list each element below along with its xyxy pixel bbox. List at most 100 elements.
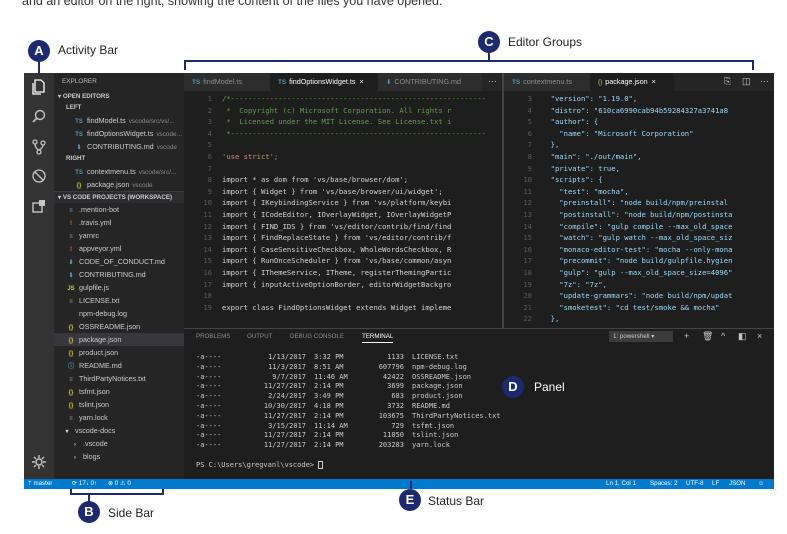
problems-indicator[interactable]: ⊗ 0 ⚠ 0: [108, 479, 131, 489]
intro-text: and an editor on the right, showing the …: [22, 0, 443, 8]
workspace-file-item[interactable]: ! appveyor.yml: [54, 242, 184, 255]
open-editor-item[interactable]: TS contextmenu.ts vscode/src/...: [54, 165, 184, 178]
line-ending[interactable]: LF: [712, 479, 719, 489]
tab-package-json[interactable]: {} package.json ×: [590, 73, 674, 91]
code-text: *---------------------------------------…: [222, 128, 486, 138]
code-text: "name": "Microsoft Corporation": [542, 128, 694, 138]
workspace-file-item[interactable]: ≡ yarnrc: [54, 229, 184, 242]
open-editor-item[interactable]: ⬇ CONTRIBUTING.md vscode: [54, 140, 184, 153]
workspace-file-item[interactable]: ≡ LICENSE.txt: [54, 294, 184, 307]
terminal-line: -a---- 10/30/2017 4:18 PM 3732 README.md: [196, 402, 501, 412]
branch-indicator[interactable]: ᛘ master: [28, 479, 52, 489]
file-name: findModel.ts: [87, 116, 126, 125]
workspace-file-item[interactable]: {} OSSREADME.json: [54, 320, 184, 333]
terminal-select[interactable]: 1: powershell ▾: [609, 331, 673, 342]
code-line: 5: [184, 139, 502, 151]
line-number: 8: [207, 175, 212, 185]
close-icon[interactable]: ×: [360, 77, 364, 86]
terminal-line: -a---- 11/27/2017 2:14 PM 3699 package.json: [196, 382, 501, 392]
more-actions-icon[interactable]: ···: [760, 76, 769, 86]
tab-contributing[interactable]: ⬇ CONTRIBUTING.md: [378, 73, 482, 91]
open-editor-item[interactable]: TS findOptionsWidget.ts vscode...: [54, 127, 184, 140]
sync-indicator[interactable]: ⟳ 17↓ 0↑: [72, 479, 97, 489]
debug-icon[interactable]: [31, 169, 47, 185]
file-name: npm-debug.log: [79, 309, 127, 318]
terminal-name: tslint.json: [412, 431, 459, 440]
close-icon[interactable]: ×: [652, 77, 656, 86]
workspace-file-item[interactable]: ≡ ThirdPartyNotices.txt: [54, 372, 184, 385]
cursor-position[interactable]: Ln 1, Col 1: [606, 479, 636, 489]
tab-findoptionswidget[interactable]: TS findOptionsWidget.ts ×: [270, 73, 378, 91]
file-type-icon: {}: [68, 325, 74, 331]
feedback-smiley-icon[interactable]: ☺: [758, 479, 764, 489]
code-text: "private": true,: [542, 163, 620, 173]
split-editor-icon[interactable]: ◫: [742, 76, 751, 87]
workspace-file-item[interactable]: npm-debug.log: [54, 307, 184, 320]
workspace-file-item[interactable]: ⬇ CODE_OF_CONDUCT.md: [54, 255, 184, 268]
add-terminal-icon[interactable]: +: [684, 331, 689, 341]
workspace-file-item[interactable]: {} product.json: [54, 346, 184, 359]
workspace-file-item[interactable]: ≡ .mention-bot: [54, 203, 184, 216]
workspace-file-item[interactable]: › .vscode: [54, 437, 184, 450]
workspace-file-item[interactable]: ⓘ README.md: [54, 359, 184, 372]
code-line: 22 },: [504, 313, 774, 325]
search-icon[interactable]: [31, 109, 47, 125]
open-changes-icon[interactable]: ⎘: [724, 76, 731, 87]
tab-problems[interactable]: PROBLEMS: [196, 333, 230, 340]
terminal-time: 3:49 PM: [314, 392, 344, 401]
terminal-size: 11050: [382, 431, 404, 440]
file-name: package.json: [79, 335, 122, 344]
tab-terminal[interactable]: TERMINAL: [362, 333, 394, 343]
maximize-panel-icon[interactable]: ^: [721, 331, 725, 341]
open-editor-item[interactable]: TS findModel.ts vscode/src/vs/...: [54, 114, 184, 127]
file-name: LICENSE.txt: [79, 296, 120, 305]
file-type-icon: TS: [75, 170, 83, 176]
file-name: tsfmt.json: [79, 387, 110, 396]
tab-debug-console[interactable]: DEBUG CONSOLE: [290, 333, 344, 340]
code-line: 5 "author": {: [504, 116, 774, 128]
code-text: * Copyright (c) Microsoft Corporation. A…: [222, 105, 452, 115]
line-number: 17: [203, 279, 212, 289]
file-type-icon: {}: [68, 338, 74, 344]
explorer-icon[interactable]: [31, 79, 47, 95]
workspace-file-item[interactable]: {} tsfmt.json: [54, 385, 184, 398]
workspace-file-item[interactable]: {} tslint.json: [54, 398, 184, 411]
tab-findmodel[interactable]: TS findModel.ts: [184, 73, 270, 91]
terminal-mode: -a----: [196, 411, 222, 420]
trash-icon[interactable]: 🗑: [702, 331, 713, 342]
workspace-header[interactable]: ▾ VS CODE PROJECTS (WORKSPACE): [54, 191, 184, 203]
left-editor[interactable]: 1 /*-------------------------------------…: [184, 93, 502, 328]
code-line: 15 "watch": "gulp watch --max_old_space_…: [504, 232, 774, 244]
source-control-icon[interactable]: [31, 139, 47, 155]
code-text: 'use strict';: [222, 151, 279, 161]
terminal-name: npm-debug.log: [412, 362, 467, 371]
tab-output[interactable]: OUTPUT: [247, 333, 272, 340]
code-line: 11 import { ICodeEditor, IOverlayWidget, …: [184, 209, 502, 221]
code-line: 12 "preinstall": "node build/npm/preinst…: [504, 197, 774, 209]
workspace-file-item[interactable]: ▾ vscode-docs: [54, 424, 184, 437]
workspace-file-item[interactable]: › blogs: [54, 450, 184, 463]
indentation[interactable]: Spaces: 2: [650, 479, 678, 489]
extensions-icon[interactable]: [31, 199, 47, 215]
encoding[interactable]: UTF-8: [686, 479, 704, 489]
workspace-file-item[interactable]: JS gulpfile.js: [54, 281, 184, 294]
open-editor-item[interactable]: {} package.json vscode: [54, 178, 184, 191]
terminal-output[interactable]: -a---- 1/13/2017 3:32 PM 1133 LICENSE.txt -a-…: [196, 353, 501, 471]
workspace-file-item[interactable]: ≡ yarn.lock: [54, 411, 184, 424]
close-panel-icon[interactable]: ×: [757, 331, 762, 341]
toggle-panel-position-icon[interactable]: ◧: [738, 331, 747, 342]
code-text: import { CaseSensitiveCheckbox, WholeWor…: [222, 244, 452, 254]
workspace-file-item[interactable]: ⬇ CONTRIBUTING.md: [54, 268, 184, 281]
settings-gear-icon[interactable]: [31, 455, 47, 471]
workspace-file-item[interactable]: {} package.json: [54, 333, 184, 346]
open-editors-header[interactable]: ▾ OPEN EDITORS: [54, 91, 184, 102]
right-editor[interactable]: 3 "version": "1.19.0", 4 "distro": "610ca…: [504, 93, 774, 328]
tab-contextmenu[interactable]: TS contextmenu.ts: [504, 73, 590, 91]
file-type-icon: JS: [67, 286, 75, 292]
status-bar: ᛘ master ⟳ 17↓ 0↑ ⊗ 0 ⚠ 0 Ln 1, Col 1 Sp…: [24, 479, 774, 489]
workspace-file-item[interactable]: ! .travis.yml: [54, 216, 184, 229]
more-actions-icon[interactable]: ···: [488, 76, 497, 86]
language-mode[interactable]: JSON: [729, 479, 746, 489]
code-text: export class FindOptionsWidget extends W…: [222, 302, 452, 312]
terminal-size: 683: [391, 392, 404, 401]
